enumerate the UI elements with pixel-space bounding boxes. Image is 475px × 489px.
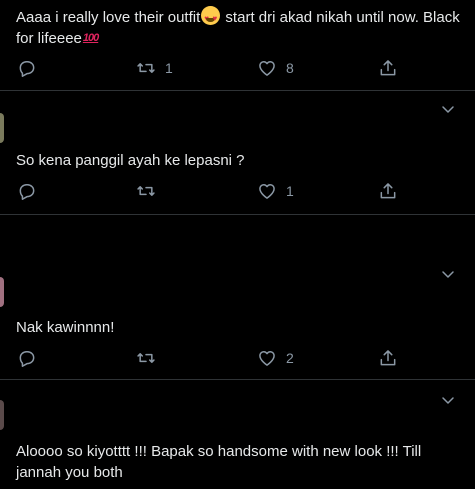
tweet-actions: 2 bbox=[0, 347, 475, 369]
share-button[interactable] bbox=[378, 347, 398, 369]
tweet-1[interactable]: Aaaa i really love their outfit start dr… bbox=[0, 0, 475, 90]
share-button[interactable] bbox=[378, 180, 398, 202]
like-button[interactable]: 2 bbox=[257, 347, 294, 369]
tweet-text: Aaaa i really love their outfit start dr… bbox=[16, 6, 461, 49]
tweet-menu-button[interactable] bbox=[441, 102, 455, 116]
tweet-menu-button[interactable] bbox=[441, 393, 455, 407]
like-button[interactable]: 8 bbox=[257, 57, 294, 79]
reply-icon bbox=[19, 184, 35, 200]
avatar[interactable] bbox=[0, 400, 4, 430]
tweet-menu-button[interactable] bbox=[441, 267, 455, 281]
reply-icon bbox=[19, 61, 35, 77]
reply-button[interactable] bbox=[17, 347, 37, 369]
share-icon bbox=[380, 60, 396, 76]
tweet-actions: 1 bbox=[0, 180, 475, 202]
like-icon bbox=[259, 184, 275, 199]
retweet-button[interactable] bbox=[136, 180, 156, 202]
like-count: 8 bbox=[286, 60, 294, 76]
hundred-points-emoji-icon: 100 bbox=[82, 32, 99, 44]
chevron-down-icon bbox=[442, 397, 454, 404]
tweet-text: Aloooo so kiyotttt !!! Bapak so handsome… bbox=[16, 443, 422, 481]
retweet-icon bbox=[137, 186, 155, 196]
tweet-2[interactable]: So kena panggil ayah ke lepasni ? 1 bbox=[0, 91, 475, 214]
retweet-button[interactable]: 1 bbox=[136, 57, 173, 79]
reply-button[interactable] bbox=[17, 180, 37, 202]
like-button[interactable]: 1 bbox=[257, 180, 294, 202]
heart-eyes-emoji-icon bbox=[201, 6, 221, 29]
chevron-down-icon bbox=[442, 106, 454, 113]
tweet-4[interactable]: Aloooo so kiyotttt !!! Bapak so handsome… bbox=[0, 380, 475, 489]
like-count: 2 bbox=[286, 350, 294, 366]
like-icon bbox=[259, 61, 275, 76]
reply-button[interactable] bbox=[17, 57, 37, 79]
tweet-text: So kena panggil ayah ke lepasni ? bbox=[16, 152, 245, 169]
like-icon bbox=[259, 351, 275, 366]
share-icon bbox=[380, 183, 396, 199]
retweet-button[interactable] bbox=[136, 347, 156, 369]
tweet-feed: Aaaa i really love their outfit start dr… bbox=[0, 0, 475, 489]
retweet-icon bbox=[137, 63, 155, 73]
avatar[interactable] bbox=[0, 277, 4, 307]
avatar[interactable] bbox=[0, 113, 4, 143]
tweet-text: Nak kawinnnn! bbox=[16, 319, 115, 336]
retweet-count: 1 bbox=[165, 60, 173, 76]
share-button[interactable] bbox=[378, 57, 398, 79]
tweet-text-part: Aaaa i really love their outfit bbox=[16, 9, 201, 26]
chevron-down-icon bbox=[442, 271, 454, 278]
like-count: 1 bbox=[286, 183, 294, 199]
tweet-3[interactable]: Nak kawinnnn! 2 bbox=[0, 215, 475, 379]
share-icon bbox=[380, 350, 396, 366]
tweet-actions: 1 8 bbox=[0, 57, 475, 79]
retweet-icon bbox=[137, 353, 155, 363]
reply-icon bbox=[19, 351, 35, 367]
